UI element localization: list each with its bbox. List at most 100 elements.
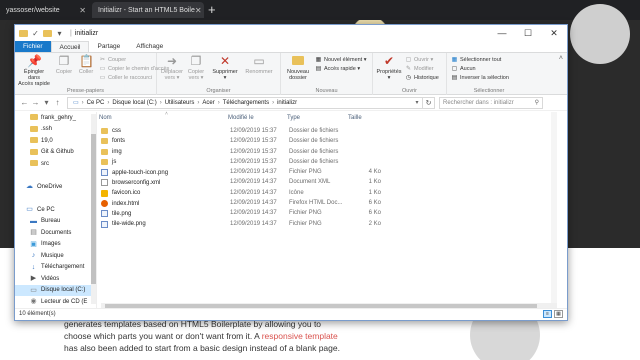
chevron-down-icon[interactable]: ▾ xyxy=(412,99,422,106)
responsive-template-link[interactable]: responsive template xyxy=(262,331,338,341)
details-view-icon[interactable]: ≡ xyxy=(543,310,552,318)
file-row[interactable]: img 12/09/2019 15:37 Dossier de fichiers xyxy=(99,147,557,157)
file-row[interactable]: apple-touch-icon.png 12/09/2019 14:37 Fich… xyxy=(99,167,557,177)
file-row[interactable]: favicon.ico 12/09/2019 14:37 Icône 1 Ko xyxy=(99,188,557,198)
back-arrow-icon[interactable]: ← xyxy=(19,98,30,107)
nav-item[interactable]: ☁ OneDrive xyxy=(15,181,96,193)
column-header-size[interactable]: Taille xyxy=(348,115,362,121)
nav-item[interactable]: ◉ Lecteur de CD (E xyxy=(15,296,96,308)
tab-file[interactable]: Fichier xyxy=(15,41,51,52)
paste-shortcut-button[interactable]: ▭ Coller le raccourci xyxy=(99,73,152,82)
properties-button[interactable]: ✔ Propriétés ▾ xyxy=(375,55,403,82)
close-icon[interactable]: ✕ xyxy=(79,6,86,15)
delete-button[interactable]: ✕ Supprimer ▾ xyxy=(211,55,239,82)
close-button[interactable]: ✕ xyxy=(541,25,567,42)
new-folder-button[interactable]: Nouveau dossier xyxy=(285,55,311,81)
up-arrow-icon[interactable]: ↑ xyxy=(52,98,63,107)
folder-icon xyxy=(29,114,38,121)
breadcrumb-item[interactable]: Disque local (C:) xyxy=(112,100,156,106)
minimize-button[interactable]: — xyxy=(489,25,515,42)
clipboard-icon: 📋 xyxy=(79,54,94,68)
address-bar[interactable]: ▭ › Ce PC › Disque local (C:) › Utilisat… xyxy=(67,96,423,109)
easy-access-label: Accès rapide ▾ xyxy=(324,65,361,72)
easy-access-button[interactable]: ▤ Accès rapide ▾ xyxy=(315,64,360,73)
file-row[interactable]: fonts 12/09/2019 15:37 Dossier de fichiers xyxy=(99,136,557,146)
select-all-button[interactable]: ▦ Sélectionner tout xyxy=(451,55,502,64)
nav-item[interactable]: ↓ Téléchargement xyxy=(15,262,96,274)
nav-item[interactable]: ▶ Vidéos xyxy=(15,273,96,285)
tab-share[interactable]: Partage xyxy=(89,41,128,52)
new-folder-icon[interactable] xyxy=(43,29,52,38)
file-row[interactable]: tile.png 12/09/2019 14:37 Fichier PNG 6 Ko xyxy=(99,208,557,218)
nav-item[interactable]: ▬ Bureau xyxy=(15,216,96,228)
file-row[interactable]: tile-wide.png 12/09/2019 14:37 Fichier PNG… xyxy=(99,219,557,229)
properties-icon[interactable]: ✓ xyxy=(31,29,40,38)
browser-tab[interactable]: yassoser/website ✕ xyxy=(0,2,92,18)
vertical-scrollbar[interactable] xyxy=(551,112,557,304)
nav-item[interactable]: ▤ Documents xyxy=(15,227,96,239)
file-type: Dossier de fichiers xyxy=(289,138,339,145)
nav-item[interactable]: src xyxy=(15,158,96,170)
nav-item[interactable]: 19,0 xyxy=(15,135,96,147)
refresh-button[interactable]: ↻ xyxy=(423,96,435,109)
file-row[interactable]: browserconfig.xml 12/09/2019 14:37 Documen… xyxy=(99,177,557,187)
open-button[interactable]: ▢ Ouvrir ▾ xyxy=(405,55,434,64)
paste-button[interactable]: 📋 Coller xyxy=(75,54,97,76)
scrollbar-thumb[interactable] xyxy=(91,134,96,284)
move-to-button[interactable]: ➜ Déplacer vers ▾ xyxy=(161,55,183,82)
chevron-down-icon[interactable]: ▾ xyxy=(41,98,52,107)
breadcrumb-item[interactable]: Ce PC xyxy=(87,100,105,106)
breadcrumb-item[interactable]: initializr xyxy=(277,100,297,106)
file-row[interactable]: js 12/09/2019 15:37 Dossier de fichiers xyxy=(99,157,557,167)
column-header-date[interactable]: Modifié le xyxy=(228,115,254,121)
file-row[interactable]: css 12/09/2019 15:37 Dossier de fichiers xyxy=(99,126,557,136)
maximize-button[interactable]: ☐ xyxy=(515,25,541,42)
ribbon-group-clipboard: 📌 Épingler dans Accès rapide ❐ Copier 📋 … xyxy=(15,53,169,95)
breadcrumb-item[interactable]: Téléchargements xyxy=(223,100,269,106)
tab-view[interactable]: Affichage xyxy=(128,41,171,52)
pin-quick-access-button[interactable]: 📌 Épingler dans Accès rapide xyxy=(18,55,50,88)
collapse-ribbon-icon[interactable]: ˄ xyxy=(559,55,563,62)
breadcrumb-item[interactable]: Acer xyxy=(202,100,214,106)
browser-tab-active[interactable]: Initializr - Start an HTML5 Boile ✕ xyxy=(92,2,204,18)
file-list: Nom ˄ Modifié le Type Taille css 12/09/20… xyxy=(99,111,557,309)
cut-button[interactable]: ✂ Couper xyxy=(99,55,126,64)
file-name: browserconfig.xml xyxy=(101,179,160,187)
new-item-button[interactable]: ▦ Nouvel élément ▾ xyxy=(315,55,367,64)
new-tab-button[interactable]: + xyxy=(208,2,216,18)
modify-button[interactable]: ✎ Modifier xyxy=(405,64,434,73)
search-input[interactable]: Rechercher dans : initializr ⚲ xyxy=(439,96,543,109)
chevron-down-icon[interactable]: ▾ xyxy=(55,29,64,38)
rename-button[interactable]: ▭ Renommer xyxy=(243,55,275,76)
file-size: 2 Ko xyxy=(368,220,381,227)
nav-item[interactable]: ♪ Musique xyxy=(15,250,96,262)
search-placeholder: Rechercher dans : initializr xyxy=(443,99,514,106)
large-icons-view-icon[interactable]: ▦ xyxy=(554,310,563,318)
breadcrumb-item[interactable]: Utilisateurs xyxy=(165,100,195,106)
column-header-type[interactable]: Type xyxy=(287,115,300,121)
column-header-name[interactable]: Nom xyxy=(99,115,112,121)
title-bar[interactable]: ✓ ▾ | initializr — ☐ ✕ xyxy=(15,25,567,42)
nav-item[interactable]: ▭ Disque local (C:) xyxy=(15,284,96,296)
folder-icon xyxy=(101,128,108,134)
nav-item[interactable]: Git & Github xyxy=(15,147,96,159)
close-icon[interactable]: ✕ xyxy=(195,6,202,15)
tab-home[interactable]: Accueil xyxy=(50,41,90,52)
nav-item[interactable]: .ssh xyxy=(15,124,96,136)
copy-button[interactable]: ❐ Copier xyxy=(53,55,75,76)
nav-item[interactable]: ▣ Images xyxy=(15,239,96,251)
file-modified: 12/09/2019 15:37 xyxy=(230,128,277,134)
file-row[interactable]: index.html 12/09/2019 14:37 Firefox HTML D… xyxy=(99,198,557,208)
file-type: Fichier PNG xyxy=(289,210,322,217)
file-name-label: img xyxy=(112,148,122,155)
nav-scrollbar[interactable] xyxy=(91,114,96,304)
nav-item[interactable]: ▭ Ce PC xyxy=(15,204,96,216)
history-button[interactable]: ◷ Historique xyxy=(405,73,439,82)
file-type: Fichier PNG xyxy=(289,220,322,227)
file-modified: 12/09/2019 14:37 xyxy=(230,210,277,217)
nav-item[interactable]: frank_gehry_ xyxy=(15,112,96,124)
forward-arrow-icon[interactable]: → xyxy=(30,98,41,107)
select-none-button[interactable]: ▢ Aucun xyxy=(451,64,476,73)
invert-selection-button[interactable]: ▤ Inverser la sélection xyxy=(451,73,509,82)
copy-to-button[interactable]: ❐ Copier vers ▾ xyxy=(185,55,207,82)
